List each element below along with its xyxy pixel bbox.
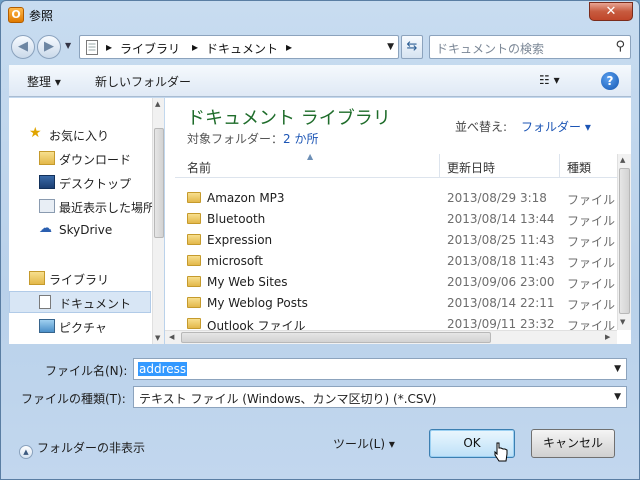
sidebar-item-documents[interactable]: ドキュメント [9,291,151,313]
breadcrumb-separator-icon[interactable]: ▸ [106,40,112,54]
sidebar-item-favorites[interactable]: ★ お気に入り [9,124,151,146]
navigation-scrollbar[interactable]: ▲ ▼ [152,98,164,344]
breadcrumb-documents[interactable]: ドキュメント [206,40,278,57]
refresh-icon: ⇆ [406,39,418,54]
address-dropdown-icon[interactable]: ▼ [387,42,394,52]
filetype-label: ファイルの種類(T): [21,392,126,406]
forward-arrow-icon: ▶ [44,39,54,54]
breadcrumb-separator-icon[interactable]: ▸ [286,40,292,54]
table-row[interactable]: My Weblog Posts 2013/08/14 22:11 ファイル [175,293,615,314]
outlook-app-icon: O [8,7,24,23]
filetype-select[interactable]: テキスト ファイル (Windows、カンマ区切り) (*.CSV) ▼ [133,386,627,408]
search-input[interactable]: ドキュメントの検索 ⚲ [429,35,631,59]
mouse-cursor-icon [494,442,508,462]
scroll-down-icon[interactable]: ▼ [620,318,625,326]
scroll-right-icon[interactable]: ▶ [605,333,610,341]
file-list-pane: ドキュメント ライブラリ 対象フォルダー：2 か所 並べ替え: フォルダー ▾ … [165,98,631,344]
address-bar[interactable]: ▸ ライブラリ ▸ ドキュメント ▸ ▼ [79,35,399,59]
filetype-dropdown-icon[interactable]: ▼ [614,392,621,402]
sidebar-item-pictures[interactable]: ピクチャ [9,316,151,338]
scroll-left-icon[interactable]: ◀ [169,333,174,341]
library-title: ドキュメント ライブラリ [187,108,391,129]
folder-icon [187,192,201,203]
filetype-value: テキスト ファイル (Windows、カンマ区切り) (*.CSV) [139,392,437,406]
download-folder-icon [39,151,55,165]
skydrive-icon: ☁ [39,221,52,236]
table-row[interactable]: Bluetooth 2013/08/14 13:44 ファイル [175,209,615,230]
column-name[interactable]: 名前 [187,159,211,176]
documents-location-icon [86,40,98,55]
web-folder-icon [187,276,201,287]
breadcrumb-library[interactable]: ライブラリ [120,40,180,57]
folder-icon [187,234,201,245]
filename-field[interactable]: address ▼ [133,358,627,380]
navigation-pane: ★ お気に入り ダウンロード デスクトップ 最近表示した場所 ☁ SkyDriv… [9,98,164,344]
sidebar-item-downloads[interactable]: ダウンロード [9,148,151,170]
file-list-vertical-scrollbar[interactable]: ▲ ▼ [617,154,631,330]
window-title: 参照 [29,9,54,23]
sort-dropdown[interactable]: フォルダー ▾ [521,118,591,135]
folder-icon [187,297,201,308]
scroll-up-icon[interactable]: ▲ [620,156,625,164]
file-dialog: O 参照 ✕ ◀ ▶ ▼ ▸ ライブラリ ▸ ドキュメント ▸ ▼ ⇆ ドキュメ… [0,0,640,480]
help-icon[interactable]: ? [601,72,619,90]
column-date[interactable]: 更新日時 [447,159,495,176]
hide-folders-toggle[interactable]: ▲ フォルダーの非表示 [19,439,145,459]
navigation-scroll-thumb[interactable] [154,128,164,238]
filename-dropdown-icon[interactable]: ▼ [614,364,621,374]
title-bar: O 参照 ✕ [1,1,639,29]
recent-places-icon [39,199,55,213]
sidebar-item-desktop[interactable]: デスクトップ [9,172,151,194]
column-header: ▲ 名前 更新日時 種類 [175,152,631,178]
table-row[interactable]: Outlook ファイル 2013/09/11 23:32 ファイル [175,314,615,330]
table-row[interactable]: Expression 2013/08/25 11:43 ファイル [175,230,615,251]
folder-icon [187,213,201,224]
column-divider[interactable] [439,154,440,178]
file-list-horizontal-scrollbar[interactable]: ◀ ▶ [165,330,617,344]
command-bar: 整理 ▾ 新しいフォルダー ☷ ▾ ? [9,65,631,97]
horizontal-scroll-thumb[interactable] [181,332,491,343]
view-options-button[interactable]: ☷ ▾ [539,73,560,87]
table-row[interactable]: My Web Sites 2013/09/06 23:00 ファイル [175,272,615,293]
sidebar-item-skydrive[interactable]: ☁ SkyDrive [9,220,151,242]
file-list-scroll-thumb[interactable] [619,168,630,314]
forward-button[interactable]: ▶ [37,35,61,59]
column-divider[interactable] [559,154,560,178]
library-locations-link[interactable]: 2 か所 [283,132,318,146]
back-button[interactable]: ◀ [11,35,35,59]
close-button[interactable]: ✕ [589,2,633,21]
sort-ascending-icon: ▲ [307,152,314,161]
collapse-up-icon: ▲ [19,445,33,459]
sidebar-item-libraries[interactable]: ライブラリ [9,268,151,290]
recent-locations-dropdown[interactable]: ▼ [65,41,71,50]
new-folder-button[interactable]: 新しいフォルダー [95,73,191,90]
filename-label: ファイル名(N): [45,364,128,378]
folder-icon [187,318,201,329]
table-row[interactable]: Amazon MP3 2013/08/29 3:18 ファイル [175,188,615,209]
library-icon [29,271,45,285]
search-placeholder: ドキュメントの検索 [436,42,545,56]
refresh-button[interactable]: ⇆ [401,35,423,59]
search-icon[interactable]: ⚲ [615,39,625,54]
desktop-icon [39,175,55,189]
back-arrow-icon: ◀ [18,39,28,54]
filename-value: address [138,362,188,376]
table-row[interactable]: microsoft 2013/08/18 11:43 ファイル [175,251,615,272]
column-type[interactable]: 種類 [567,159,591,176]
scroll-up-icon[interactable]: ▲ [155,100,160,108]
pictures-icon [39,319,55,333]
sort-label: 並べ替え: [455,120,508,134]
scroll-down-icon[interactable]: ▼ [155,334,160,342]
folder-icon [187,255,201,266]
star-icon: ★ [29,125,42,141]
organize-menu[interactable]: 整理 ▾ [27,73,61,90]
cancel-button[interactable]: キャンセル [531,429,615,458]
tools-menu[interactable]: ツール(L) ▾ [333,435,395,452]
library-subtitle: 対象フォルダー：2 か所 [187,132,319,146]
documents-icon [39,295,51,309]
breadcrumb-separator-icon[interactable]: ▸ [192,40,198,54]
sidebar-item-recent-places[interactable]: 最近表示した場所 [9,196,155,218]
